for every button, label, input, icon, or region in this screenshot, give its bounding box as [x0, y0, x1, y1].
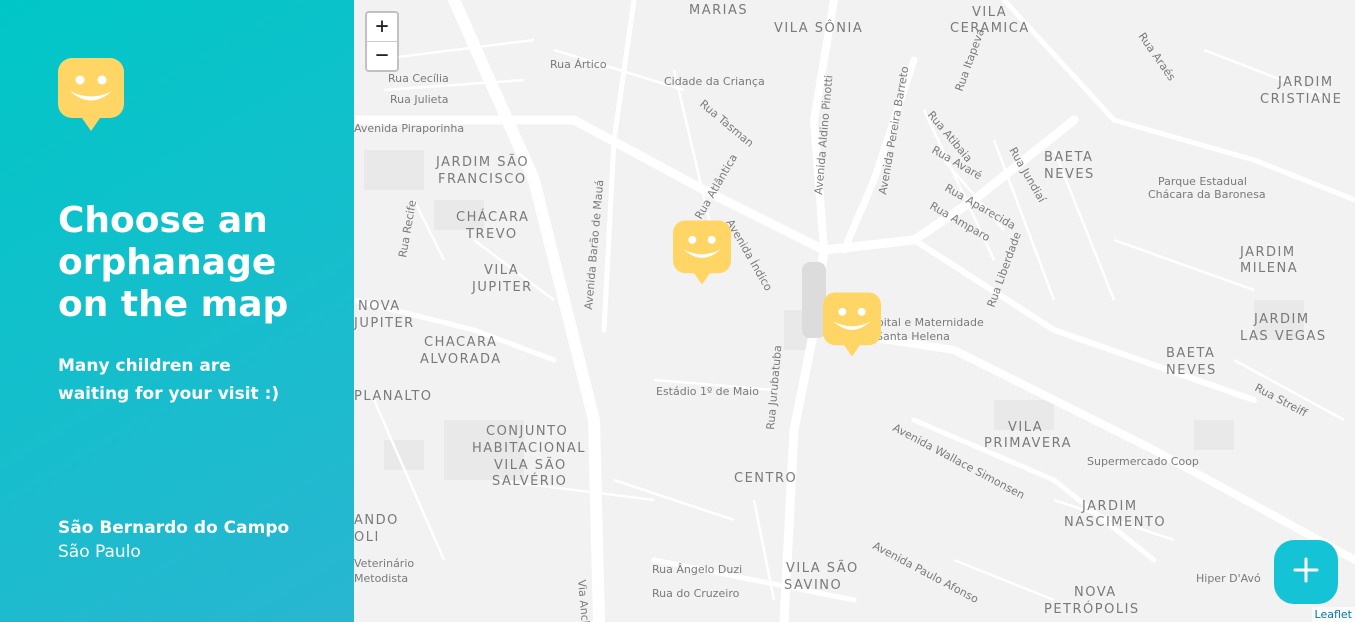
map-label: SALVÉRIO [492, 473, 567, 489]
map-label: Avenida Pereira Barreto [876, 65, 911, 196]
map-label: CRISTIANE [1260, 92, 1342, 107]
map-label: Rua Araés [1136, 30, 1179, 83]
map-label: BAETA [1166, 346, 1215, 361]
map-label: NOVA [1074, 585, 1117, 600]
map-label: PRIMAVERA [984, 436, 1072, 451]
map-label: Cidade da Criança [664, 75, 765, 88]
location-state: São Paulo [58, 542, 141, 562]
smiley-face-logo-icon [58, 58, 124, 132]
map-label: JARDIM [1081, 499, 1138, 514]
map-label: Parque Estadual [1158, 175, 1247, 188]
map-label: Avenida Piraporinha [354, 122, 464, 135]
map-label: ALVORADA [420, 352, 502, 367]
map-label: MILENA [1240, 261, 1298, 276]
map-label: VILA [972, 5, 1007, 20]
map-label: PLANALTO [354, 389, 433, 404]
map-label: CHACARA [424, 335, 497, 350]
zoom-out-button[interactable]: − [367, 42, 397, 70]
zoom-control: + − [365, 11, 399, 72]
map-label: Rua do Cruzeiro [652, 587, 740, 600]
sidebar: Choose an orphanage on the map Many chil… [0, 0, 354, 622]
map-label: OLI [354, 530, 380, 545]
map-label: Chácara da Baronesa [1148, 188, 1266, 201]
map-label: PETRÓPOLIS [1044, 601, 1140, 617]
map-label: JARDIM SÃO [435, 154, 529, 170]
map-label: Supermercado Coop [1087, 455, 1199, 468]
map-label: JARDIM [1253, 312, 1310, 327]
map-label: Hiper D'Avó [1196, 572, 1261, 585]
plus-icon [1293, 557, 1319, 587]
map-label: CONJUNTO [486, 424, 568, 439]
map-label: Avenida Paulo Afonso [871, 539, 981, 606]
map-label: Avenida Barão de Mauá [582, 179, 606, 310]
map-label: CENTRO [734, 471, 797, 486]
map-label: MARIAS [689, 3, 748, 18]
map-label: VILA [484, 263, 519, 278]
map-label: Veterinário [354, 557, 414, 570]
map-label: Metodista [354, 572, 408, 585]
map-label: VILA SÔNIA [774, 20, 863, 36]
map-label: Via Anchieta [575, 579, 594, 622]
map-label: VILA SÃO [494, 457, 567, 473]
location-city: São Bernardo do Campo [58, 518, 290, 538]
map-container[interactable]: MARIAS VILA SÔNIA VILA CERAMICA JARDIM S… [354, 0, 1355, 622]
page-title: Choose an orphanage on the map [58, 200, 289, 325]
map-label: JARDIM [1277, 75, 1334, 90]
map-attribution[interactable]: Leaflet [1311, 607, 1355, 622]
map-label: NASCIMENTO [1064, 515, 1166, 530]
orphanage-marker-icon[interactable] [823, 292, 881, 358]
map-label: Estádio 1º de Maio [656, 385, 759, 398]
map-label: Rua Ângelo Duzi [652, 563, 742, 576]
location-info: São Bernardo do Campo São Paulo [58, 516, 289, 564]
map-label: NEVES [1044, 167, 1095, 182]
map-label: NEVES [1166, 363, 1217, 378]
map-label: Santa Helena [876, 330, 950, 343]
map-label: CERAMICA [950, 21, 1030, 36]
map-label: Rua Itapeva [953, 27, 988, 93]
map-label: Rua Ártico [550, 58, 607, 71]
map-label: JARDIM [1239, 245, 1296, 260]
map-label: HABITACIONAL [472, 441, 586, 456]
map-label: SAVINO [784, 578, 842, 593]
map-label: ANDO [354, 513, 399, 528]
map-label: LAS VEGAS [1240, 329, 1327, 344]
map-label: TREVO [465, 227, 518, 242]
map-label: VILA [1008, 420, 1043, 435]
map-label: VILA SÃO [786, 560, 859, 576]
map-label: FRANCISCO [438, 172, 527, 187]
map-label: Rua Recife [396, 199, 419, 259]
map-label: JUPITER [354, 316, 415, 331]
map-label: Avenida Índico [723, 217, 775, 293]
map-label: JUPITER [471, 280, 533, 295]
orphanage-marker-icon[interactable] [673, 220, 731, 286]
map-label: Rua Cecília [388, 72, 449, 85]
map-label: Rua Jurubatuba [764, 345, 784, 431]
page-subtitle: Many children are waiting for your visit… [58, 356, 280, 404]
add-orphanage-button[interactable] [1274, 540, 1338, 604]
map-label: CHÁCARA [456, 209, 529, 225]
map-label: Rua Julieta [390, 93, 449, 106]
map-label: BAETA [1044, 150, 1093, 165]
map-label: NOVA [358, 299, 401, 314]
map-label: Rua Tasman [697, 97, 756, 150]
zoom-in-button[interactable]: + [367, 13, 397, 42]
